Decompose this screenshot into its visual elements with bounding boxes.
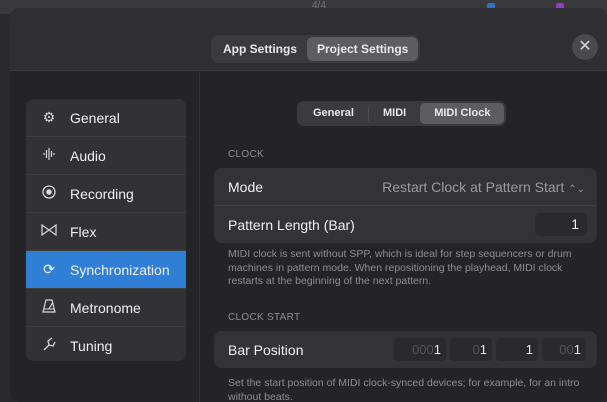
- pattern-length-field[interactable]: 1: [535, 213, 587, 236]
- project-settings-subtabs: General MIDI MIDI Clock: [297, 101, 507, 126]
- sidebar-divider: [199, 70, 200, 402]
- subtab-midi[interactable]: MIDI: [367, 103, 420, 124]
- subtab-general[interactable]: General: [299, 103, 368, 124]
- sidebar-item-flex[interactable]: Flex: [26, 213, 186, 251]
- sidebar-item-tuning[interactable]: Tuning: [26, 327, 186, 361]
- modal-header: App Settings Project Settings ✕: [10, 8, 607, 71]
- bar-position-label: Bar Position: [228, 341, 304, 358]
- sidebar-item-general[interactable]: ⚙ General: [26, 99, 186, 137]
- record-icon: [36, 185, 62, 202]
- tab-app-settings[interactable]: App Settings: [213, 37, 307, 61]
- project-settings-modal: App Settings Project Settings ✕ ⚙ Genera…: [10, 8, 607, 402]
- beat-value: 1: [479, 342, 487, 357]
- sync-icon: ⟳: [43, 261, 55, 277]
- leading-zeros: 00: [559, 342, 574, 357]
- tuning-fork-icon: [36, 337, 62, 354]
- clock-start-description: Set the start position of MIDI clock-syn…: [228, 377, 580, 402]
- tab-project-settings[interactable]: Project Settings: [307, 37, 419, 61]
- pattern-length-row: Pattern Length (Bar) 1: [214, 206, 597, 243]
- tick-value: 1: [573, 342, 581, 357]
- clock-start-group: Bar Position 0001 01 1 001: [214, 331, 597, 368]
- clock-description: MIDI clock is sent without SPP, which is…: [228, 248, 572, 287]
- mode-popup[interactable]: Restart Clock at Pattern Start ⌃⌄: [382, 179, 585, 195]
- bar-position-row: Bar Position 0001 01 1 001: [214, 331, 597, 368]
- bar-value: 1: [433, 342, 441, 357]
- mode-row: Mode Restart Clock at Pattern Start ⌃⌄: [214, 168, 597, 206]
- mode-value: Restart Clock at Pattern Start: [382, 178, 565, 195]
- bar-position-tick-field[interactable]: 001: [542, 338, 586, 361]
- clock-section-label: CLOCK: [228, 149, 264, 160]
- division-value: 1: [525, 342, 533, 357]
- metronome-icon: [36, 299, 62, 316]
- clock-start-section-label: CLOCK START: [228, 312, 301, 323]
- sidebar-item-label: General: [70, 109, 120, 126]
- sidebar-item-metronome[interactable]: Metronome: [26, 289, 186, 327]
- sidebar-item-label: Recording: [70, 185, 134, 202]
- sidebar-item-label: Synchronization: [70, 261, 170, 278]
- sidebar-item-label: Metronome: [70, 299, 141, 316]
- sidebar-item-recording[interactable]: Recording: [26, 175, 186, 213]
- close-icon[interactable]: ✕: [572, 34, 598, 60]
- mode-label: Mode: [228, 178, 264, 195]
- sidebar-item-label: Audio: [70, 147, 106, 164]
- pattern-length-label: Pattern Length (Bar): [228, 216, 355, 233]
- sidebar-item-audio[interactable]: Audio: [26, 137, 186, 175]
- sidebar-item-label: Flex: [70, 223, 97, 240]
- bar-position-bar-field[interactable]: 0001: [394, 338, 446, 361]
- bar-position-beat-field[interactable]: 01: [450, 338, 492, 361]
- subtab-midi-clock[interactable]: MIDI Clock: [420, 103, 505, 124]
- sidebar-item-label: Tuning: [70, 337, 113, 354]
- leading-zeros: 0: [472, 342, 480, 357]
- chevron-updown-icon: ⌃⌄: [568, 183, 585, 195]
- sidebar-item-synchronization[interactable]: ⟳ Synchronization: [26, 251, 186, 289]
- gear-icon: ⚙: [42, 109, 56, 125]
- flex-icon: [36, 223, 62, 240]
- settings-scope-segmented-control: App Settings Project Settings: [211, 35, 421, 63]
- leading-zeros: 000: [412, 342, 434, 357]
- bar-position-division-field[interactable]: 1: [496, 338, 538, 361]
- settings-sidebar: ⚙ General Audio Recording Flex ⟳ Synchro…: [26, 99, 186, 361]
- waveform-icon: [36, 147, 62, 164]
- clock-settings-group: Mode Restart Clock at Pattern Start ⌃⌄ Pa…: [214, 168, 597, 243]
